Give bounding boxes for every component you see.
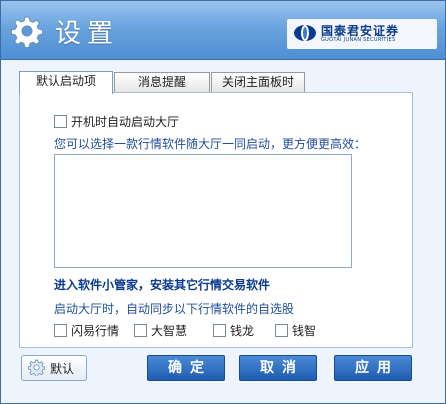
tab-default-startup[interactable]: 默认启动项 — [19, 71, 113, 94]
auto-start-label: 开机时自动启动大厅 — [71, 115, 180, 129]
tab-panel: 开机时自动启动大厅 您可以选择一款行情软件随大厅一同启动，更方便更高效： 进入软… — [19, 92, 413, 348]
checkbox[interactable] — [213, 324, 226, 337]
tab-message-reminder[interactable]: 消息提醒 — [114, 72, 210, 92]
auto-start-row[interactable]: 开机时自动启动大厅 — [54, 113, 179, 130]
software-option[interactable]: 钱龙 — [213, 322, 254, 339]
gear-icon — [28, 359, 45, 376]
cancel-button[interactable]: 取消 — [239, 355, 317, 381]
software-list-box[interactable] — [54, 154, 352, 268]
software-option[interactable]: 大智慧 — [134, 322, 187, 339]
software-label: 钱智 — [292, 324, 317, 338]
brand-logo: 国泰君安证券 GUOTAI JUNAN SECURITIES — [287, 19, 437, 49]
ok-button[interactable]: 确定 — [147, 355, 225, 381]
choose-software-hint: 您可以选择一款行情软件随大厅一同启动，更方便更高效： — [54, 137, 367, 151]
auto-start-checkbox[interactable] — [54, 115, 67, 128]
software-label: 钱龙 — [230, 324, 255, 338]
window-title: 设置 — [55, 19, 120, 49]
default-button-label: 默认 — [50, 362, 75, 376]
title-bar: 设置 国泰君安证券 GUOTAI JUNAN SECURITIES — [1, 1, 445, 60]
logo-text-en: GUOTAI JUNAN SECURITIES — [321, 37, 396, 43]
apply-button[interactable]: 应用 — [334, 355, 412, 381]
checkbox[interactable] — [134, 324, 147, 337]
software-option[interactable]: 闪易行情 — [54, 322, 119, 339]
checkbox[interactable] — [54, 324, 67, 337]
software-label: 闪易行情 — [71, 324, 120, 338]
default-button[interactable]: 默认 — [21, 355, 87, 381]
sync-watchlist-hint: 启动大厅时，自动同步以下行情软件的自选股 — [54, 302, 295, 316]
software-option[interactable]: 钱智 — [275, 322, 316, 339]
logo-icon — [294, 25, 316, 41]
tab-close-main-panel[interactable]: 关闭主面板时 — [211, 72, 305, 92]
gear-icon — [11, 16, 43, 47]
checkbox[interactable] — [275, 324, 288, 337]
software-manager-link[interactable]: 进入软件小管家，安装其它行情交易软件 — [54, 276, 270, 293]
software-label: 大智慧 — [151, 324, 188, 338]
settings-window: 设置 国泰君安证券 GUOTAI JUNAN SECURITIES 默认启动项 … — [0, 0, 446, 404]
